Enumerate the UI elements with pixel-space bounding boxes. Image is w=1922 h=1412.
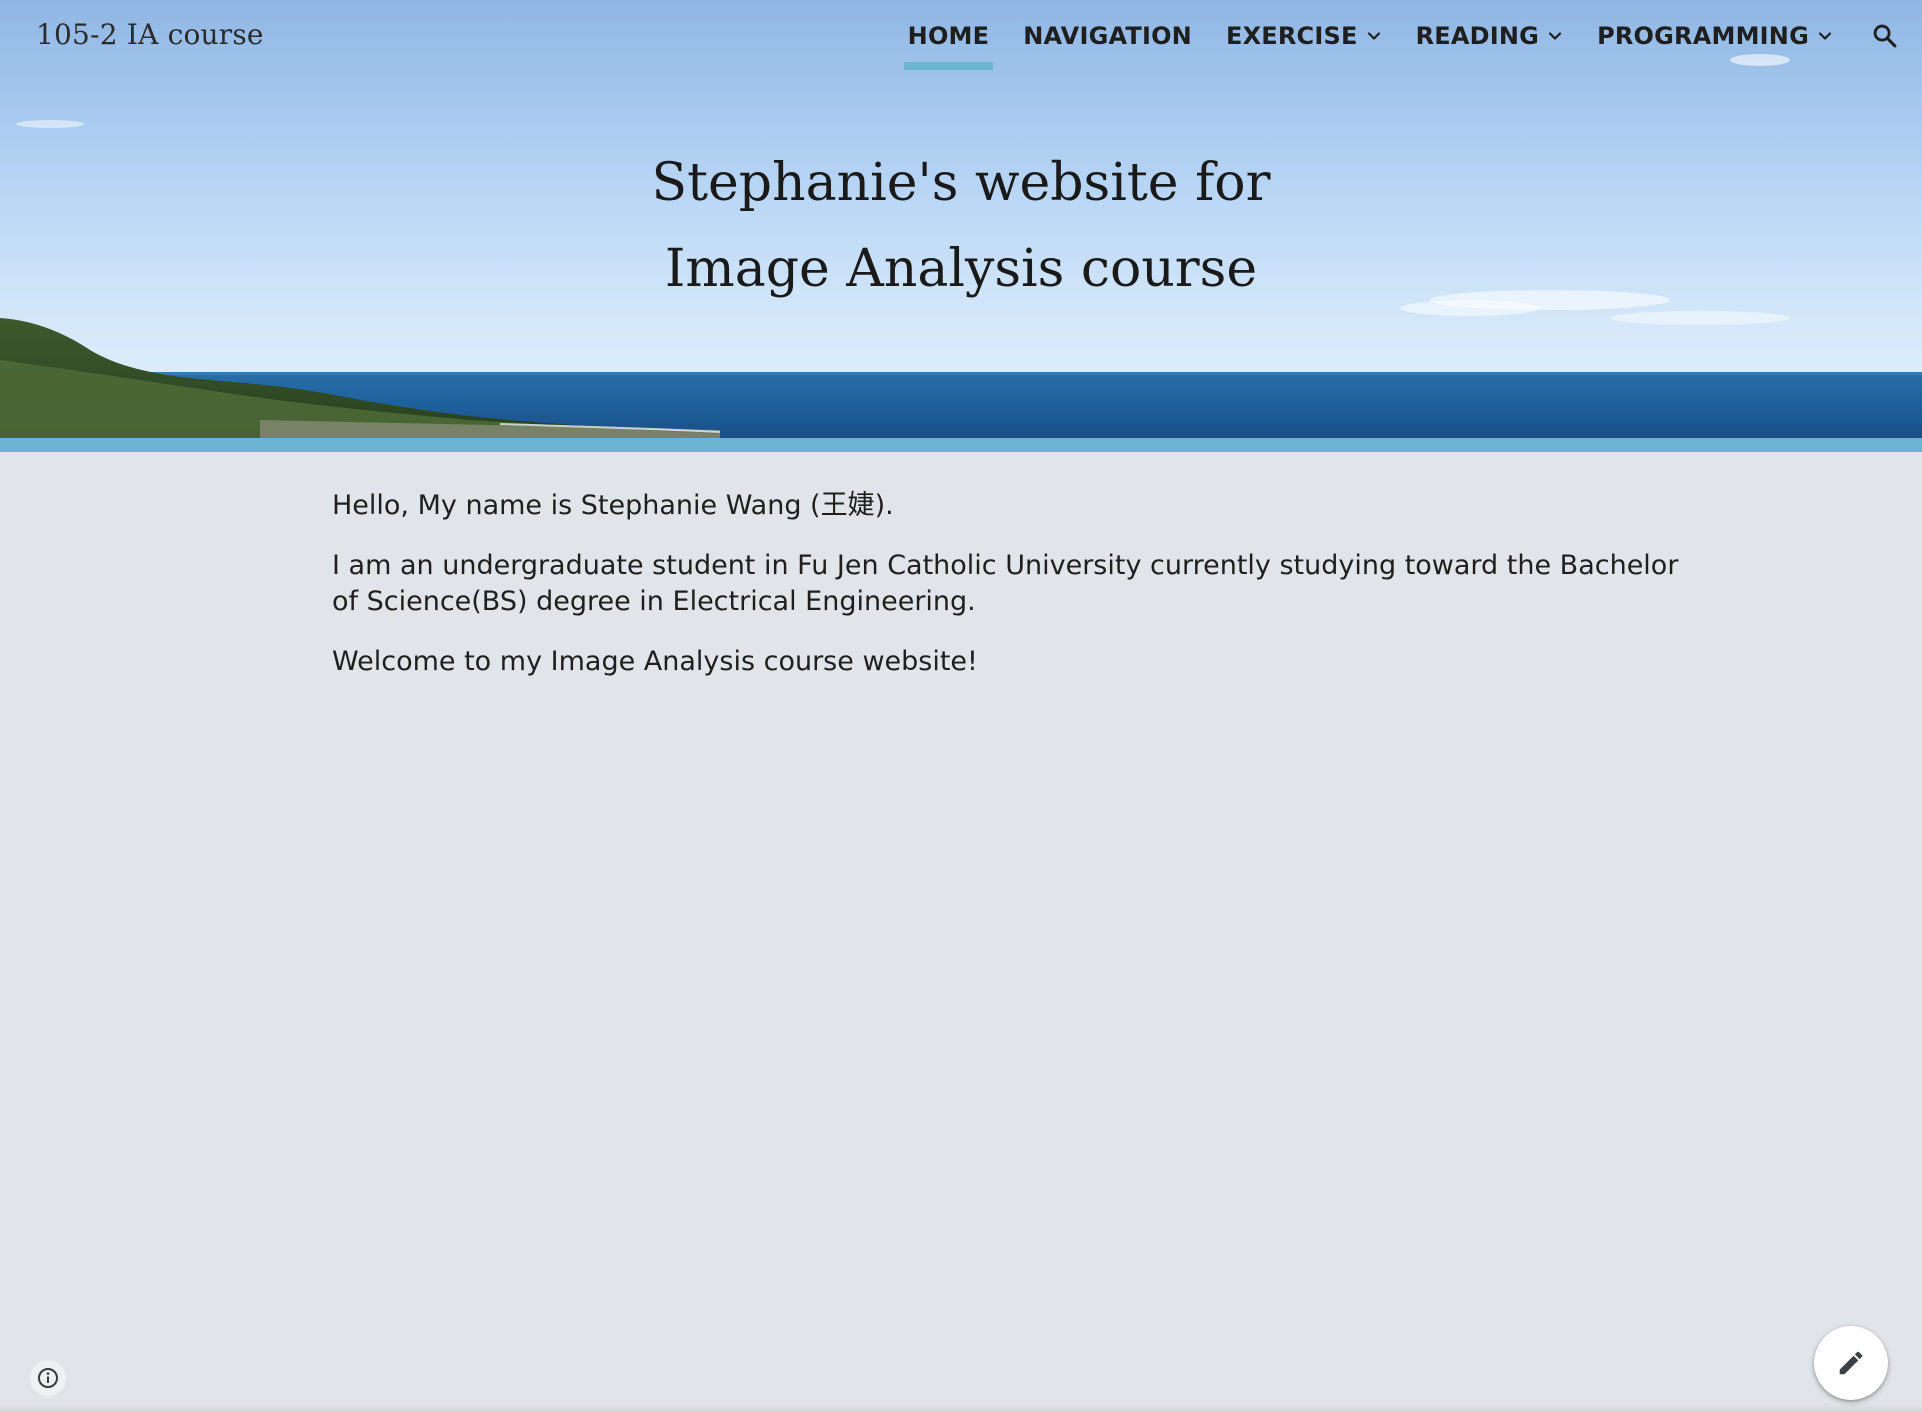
chevron-down-icon[interactable] <box>1366 28 1382 44</box>
info-icon <box>38 1368 58 1388</box>
edit-button[interactable] <box>1814 1326 1888 1400</box>
nav-item-label: EXERCISE <box>1225 22 1358 50</box>
nav-item-reading[interactable]: READING <box>1416 22 1564 50</box>
nav-item-label: NAVIGATION <box>1023 22 1192 50</box>
nav-item-exercise[interactable]: EXERCISE <box>1226 22 1382 50</box>
page-bottom-shadow <box>0 1402 1922 1412</box>
header-banner: 105-2 IA course HOME NAVIGATION EXERCISE… <box>0 0 1922 438</box>
welcome-paragraph: Welcome to my Image Analysis course webs… <box>332 646 978 677</box>
page-title-line-1: Stephanie's website for <box>651 153 1271 213</box>
chevron-down-icon[interactable] <box>1547 28 1563 44</box>
nav-item-label: READING <box>1415 22 1540 50</box>
site-info-button[interactable] <box>30 1360 66 1396</box>
chevron-down-icon[interactable] <box>1817 28 1833 44</box>
search-icon <box>1873 24 1897 48</box>
top-navigation: HOME NAVIGATION EXERCISE READING PROGRAM… <box>891 18 1902 70</box>
bio-paragraph: I am an undergraduate student in Fu Jen … <box>332 550 1679 617</box>
nav-item-home[interactable]: HOME <box>903 22 993 70</box>
main-content: Hello, My name is Stephanie Wang (王婕). I… <box>332 488 1702 704</box>
banner-accent-bar <box>0 438 1922 452</box>
nav-item-label: HOME <box>907 22 990 50</box>
search-button[interactable] <box>1868 19 1902 53</box>
page-title-line-2: Image Analysis course <box>664 239 1258 299</box>
intro-paragraph: Hello, My name is Stephanie Wang (王婕). <box>332 490 894 521</box>
site-title[interactable]: 105-2 IA course <box>36 18 264 51</box>
nav-item-programming[interactable]: PROGRAMMING <box>1597 22 1833 50</box>
pencil-icon <box>1839 1351 1863 1375</box>
page-title: Stephanie's website for Image Analysis c… <box>0 140 1922 312</box>
nav-item-navigation[interactable]: NAVIGATION <box>1023 22 1192 50</box>
nav-item-label: PROGRAMMING <box>1597 22 1809 50</box>
